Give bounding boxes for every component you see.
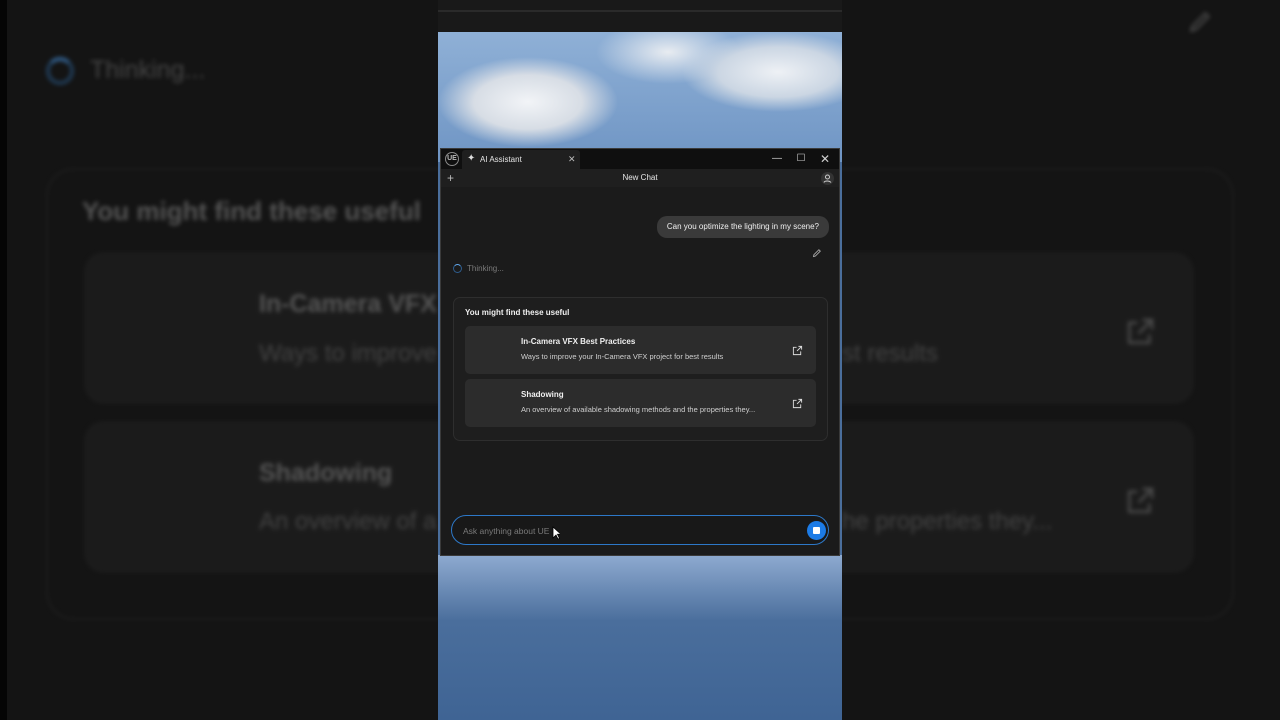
chat-input[interactable] [463, 524, 793, 538]
suggestion-description: An overview of available shadowing metho… [521, 405, 756, 414]
app-logo-icon: UE [445, 152, 459, 166]
thinking-status: Thinking... [467, 264, 504, 273]
bg-suggestion-desc-1-tail: st results [842, 340, 939, 367]
external-link-icon[interactable] [792, 398, 803, 409]
bg-suggestion-desc-1: Ways to improve [259, 340, 437, 367]
tab-label: AI Assistant [480, 155, 522, 164]
mouse-cursor-icon [552, 526, 560, 540]
close-button[interactable]: ✕ [816, 151, 834, 167]
loading-spinner-icon [453, 264, 462, 273]
suggestions-panel: You might find these useful In-Camera VF… [453, 297, 828, 441]
bg-suggestions-title: You might find these useful [82, 196, 421, 226]
maximize-button[interactable]: ☐ [792, 151, 810, 167]
top-bar [438, 0, 842, 32]
bg-suggestion-title-2: Shadowing [259, 459, 393, 487]
tab-close-icon[interactable]: ✕ [568, 154, 576, 165]
chat-toolbar: + New Chat [441, 169, 839, 187]
chat-area: Can you optimize the lighting in my scen… [441, 187, 839, 555]
user-message-bubble: Can you optimize the lighting in my scen… [656, 216, 829, 238]
bg-spinner-icon [46, 57, 74, 85]
bg-thinking-text: Thinking... [90, 56, 206, 84]
bg-pencil-icon [1189, 11, 1211, 33]
sky-image [438, 32, 842, 162]
suggestion-title: Shadowing [521, 390, 564, 399]
suggestion-card[interactable]: In-Camera VFX Best Practices Ways to imp… [465, 326, 816, 374]
bg-suggestion-desc-2-tail: he properties they... [842, 508, 1053, 535]
tab-ai-assistant[interactable]: ✦ AI Assistant ✕ [462, 150, 580, 169]
ai-assistant-window: UE ✦ AI Assistant ✕ — ☐ ✕ + New Chat Can… [440, 148, 840, 556]
suggestion-title: In-Camera VFX Best Practices [521, 337, 636, 346]
chat-title: New Chat [622, 173, 658, 182]
bg-suggestion-desc-2: An overview of a [259, 508, 437, 535]
user-icon[interactable] [821, 172, 834, 185]
suggestion-description: Ways to improve your In-Camera VFX proje… [521, 352, 724, 361]
external-link-icon[interactable] [792, 345, 803, 356]
sparkle-icon: ✦ [467, 153, 476, 164]
bg-suggestion-title-1: In-Camera VFX [259, 290, 437, 318]
stop-generating-button[interactable] [807, 521, 826, 540]
chat-input-box[interactable] [451, 515, 829, 545]
title-bar: UE ✦ AI Assistant ✕ — ☐ ✕ [441, 149, 839, 169]
suggestions-title: You might find these useful [465, 308, 570, 317]
bg-left-edge [0, 0, 7, 720]
bg-external-link-icon [1128, 487, 1154, 513]
pencil-icon[interactable] [812, 248, 822, 258]
suggestion-card[interactable]: Shadowing An overview of available shado… [465, 379, 816, 427]
minimize-button[interactable]: — [768, 151, 786, 167]
bg-external-link-icon [1128, 318, 1154, 344]
sky-image-bottom [438, 555, 842, 720]
